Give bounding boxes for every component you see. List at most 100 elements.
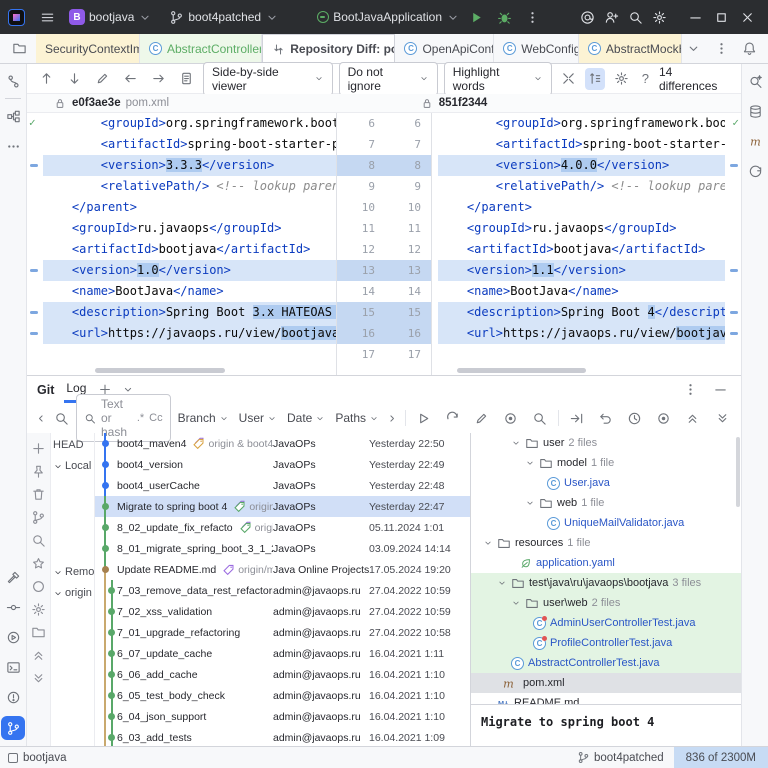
arrow-right-icon[interactable] — [147, 68, 169, 90]
chevron-down-icon[interactable] — [525, 498, 535, 508]
tree-row[interactable]: CUser.java — [471, 473, 741, 493]
arrow-up-icon[interactable] — [35, 68, 57, 90]
tree-row[interactable]: resources1 file — [471, 533, 741, 553]
tree-row[interactable]: user\web2 files — [471, 593, 741, 613]
log-filter-paths[interactable]: Paths — [335, 411, 379, 425]
chevs-down-icon[interactable] — [30, 669, 48, 687]
memory-indicator[interactable]: 836 of 2300M — [674, 747, 768, 768]
undo-icon[interactable] — [594, 407, 616, 429]
diff-line[interactable]: <groupId>ru.javaops</groupId> — [438, 218, 725, 239]
more-tools-icon[interactable] — [2, 135, 24, 157]
terminal-icon[interactable] — [2, 656, 24, 678]
chevron-down-icon[interactable] — [525, 458, 535, 468]
diff-line[interactable]: <relativePath/> <!-- lookup parent from … — [438, 176, 725, 197]
chevron-down-icon[interactable] — [511, 598, 521, 608]
diff-line[interactable]: <url>https://javaops.ru/view/bootjava4</… — [438, 323, 725, 344]
tree-row[interactable]: model1 file — [471, 453, 741, 473]
problems-icon[interactable] — [2, 686, 24, 708]
more-run-actions-icon[interactable] — [520, 5, 544, 29]
branch-group[interactable]: Remote — [53, 566, 95, 578]
diff-line[interactable]: <description>Spring Boot 3.x HATEOAS app… — [43, 302, 336, 323]
editor-tab[interactable]: SecurityContextImpl.java — [36, 34, 140, 63]
build-icon[interactable] — [2, 566, 24, 588]
diff-left-pane[interactable]: ✓ <groupId>org.springframework.boot</gro… — [27, 113, 336, 375]
right-hscrollbar[interactable] — [457, 368, 587, 373]
debug-button[interactable] — [492, 5, 516, 29]
log-filter-date[interactable]: Date — [287, 411, 325, 425]
gradle-icon[interactable] — [744, 160, 766, 182]
commit-node-icon[interactable] — [2, 596, 24, 618]
diff-settings-icon[interactable] — [611, 68, 632, 90]
select-in-project-icon[interactable] — [8, 38, 30, 60]
statusbar-project[interactable]: bootjava — [8, 752, 66, 764]
chevron-down-icon[interactable] — [511, 438, 521, 448]
commit-row[interactable]: 6_06_add_cacheadmin@javaops.ru16.04.2021… — [95, 664, 470, 685]
match-case-toggle[interactable]: Cc — [149, 412, 162, 424]
log-filter-branch[interactable]: Branch — [178, 411, 229, 425]
circle-icon[interactable] — [30, 577, 48, 595]
collapse-all-icon[interactable] — [681, 407, 703, 429]
diff-line[interactable]: <description>Spring Boot 4</description> — [438, 302, 725, 323]
git-toolwindow-icon[interactable] — [1, 716, 25, 740]
chevron-down-icon[interactable] — [497, 578, 507, 588]
branch-group[interactable]: origin — [53, 587, 95, 599]
diff-line[interactable]: <groupId>ru.javaops</groupId> — [43, 218, 336, 239]
viewer-select[interactable]: Side-by-side viewer — [203, 62, 333, 96]
commit-row[interactable]: boot4_maven4origin & boot4patchedJavaOPs… — [95, 433, 470, 454]
statusbar-branch[interactable]: boot4patched — [577, 751, 664, 764]
changed-files-tree[interactable]: user2 filesmodel1 fileCUser.javaweb1 fil… — [471, 433, 741, 704]
commit-row[interactable]: 8_01_migrate_spring_boot_3_1_2JavaOPs03.… — [95, 538, 470, 559]
diff-line[interactable]: <groupId>org.springframework.boot</group… — [43, 113, 336, 134]
goto-icon[interactable] — [565, 407, 587, 429]
diff-line[interactable]: <version>4.0.0</version> — [438, 155, 725, 176]
branches-panel[interactable]: HEADLocalRemoteorigin — [51, 433, 95, 746]
tree-row[interactable]: application.yaml — [471, 553, 741, 573]
tree-row[interactable]: user2 files — [471, 433, 741, 453]
log-filter-user[interactable]: User — [239, 411, 277, 425]
tree-row[interactable]: mpom.xml — [471, 673, 741, 693]
vcs-icon[interactable] — [2, 70, 24, 92]
help-icon[interactable]: ? — [638, 71, 653, 86]
diff-line[interactable]: <name>BootJava</name> — [43, 281, 336, 302]
tree-row[interactable]: CAbstractControllerTest.java — [471, 653, 741, 673]
folder-tab-icon[interactable] — [30, 623, 48, 641]
editor-tab[interactable]: Repository Diff: pom.xml✕ — [262, 34, 395, 63]
star-icon[interactable] — [30, 554, 48, 572]
tree-row[interactable]: CProfileControllerTest.java — [471, 633, 741, 653]
play-outline-icon[interactable] — [413, 407, 435, 429]
commit-row[interactable]: 7_02_xss_validationadmin@javaops.ru27.04… — [95, 601, 470, 622]
refresh-icon[interactable] — [442, 407, 464, 429]
gear-icon[interactable] — [648, 6, 670, 28]
commit-row[interactable]: Update README.mdorigin/masterJava Online… — [95, 559, 470, 580]
diff-line[interactable]: </parent> — [438, 197, 725, 218]
kebab-icon[interactable] — [710, 38, 732, 60]
intellij-logo-icon[interactable] — [8, 9, 25, 26]
diff-line[interactable]: <artifactId>spring-boot-starter-parent</… — [438, 134, 725, 155]
max-icon[interactable] — [710, 6, 732, 28]
project-widget[interactable]: B bootjava — [63, 3, 158, 31]
pencil-icon[interactable] — [91, 68, 113, 90]
diff-right-pane[interactable]: <groupId>org.springframework.boot</group… — [432, 113, 741, 375]
branch-icon[interactable] — [30, 508, 48, 526]
editor-tab[interactable]: CAbstractControllerTest.java — [140, 34, 262, 63]
hide-toolwindow-icon[interactable] — [709, 379, 731, 401]
tree-row[interactable]: MREADME.md — [471, 693, 741, 704]
close-icon[interactable] — [736, 6, 758, 28]
sync-scroll-icon[interactable] — [585, 68, 606, 90]
trash-icon[interactable] — [30, 485, 48, 503]
diff-line[interactable]: <artifactId>spring-boot-starter-parent</… — [43, 134, 336, 155]
user-plus-icon[interactable] — [600, 6, 622, 28]
commit-row[interactable]: 8_02_update_fix_refactoorigin & patchedJ… — [95, 517, 470, 538]
diff-line[interactable] — [43, 344, 336, 365]
chevs-up-icon[interactable] — [30, 646, 48, 664]
diff-line[interactable]: <relativePath/> <!-- lookup parent from … — [43, 176, 336, 197]
regex-toggle[interactable]: .* — [137, 412, 144, 424]
tree-row[interactable]: CAdminUserControllerTest.java — [471, 613, 741, 633]
search-icon[interactable] — [624, 6, 646, 28]
tree-row[interactable]: web1 file — [471, 493, 741, 513]
plus-icon[interactable] — [30, 439, 48, 457]
left-hscrollbar[interactable] — [95, 368, 225, 373]
commit-row[interactable]: 6_05_test_body_checkadmin@javaops.ru16.0… — [95, 685, 470, 706]
target-icon[interactable] — [500, 407, 522, 429]
diff-line[interactable]: <artifactId>bootjava</artifactId> — [43, 239, 336, 260]
